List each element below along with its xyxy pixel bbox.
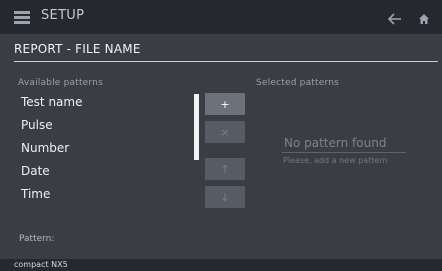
available-patterns-header: Available patterns bbox=[18, 78, 103, 88]
pattern-item-time[interactable]: Time bbox=[21, 187, 50, 201]
pattern-item-number[interactable]: Number bbox=[21, 141, 69, 155]
home-icon[interactable] bbox=[418, 10, 430, 29]
move-down-button[interactable]: ↓ bbox=[205, 186, 245, 208]
empty-hint: Please, add a new pattern bbox=[283, 156, 388, 165]
move-up-button[interactable]: ↑ bbox=[205, 158, 245, 180]
hamburger-icon[interactable] bbox=[14, 11, 30, 24]
pattern-label: Pattern: bbox=[19, 234, 55, 244]
device-name: compact NX5 bbox=[14, 260, 68, 269]
empty-divider bbox=[282, 152, 406, 153]
remove-pattern-button[interactable]: × bbox=[205, 121, 245, 143]
app-title: SETUP bbox=[41, 8, 85, 23]
pattern-item-date[interactable]: Date bbox=[21, 164, 50, 178]
empty-message: No pattern found bbox=[284, 136, 387, 150]
arrow-left-icon[interactable] bbox=[387, 10, 402, 29]
list-scrollbar[interactable] bbox=[194, 94, 199, 160]
pattern-item-test-name[interactable]: Test name bbox=[21, 95, 82, 109]
top-bar: SETUP bbox=[0, 0, 442, 34]
status-bar: compact NX5 bbox=[0, 259, 442, 271]
selected-patterns-header: Selected patterns bbox=[256, 78, 340, 88]
pattern-item-pulse[interactable]: Pulse bbox=[21, 118, 53, 132]
title-divider bbox=[14, 61, 438, 62]
page-title: REPORT - FILE NAME bbox=[14, 42, 141, 56]
add-pattern-button[interactable]: + bbox=[205, 93, 245, 115]
